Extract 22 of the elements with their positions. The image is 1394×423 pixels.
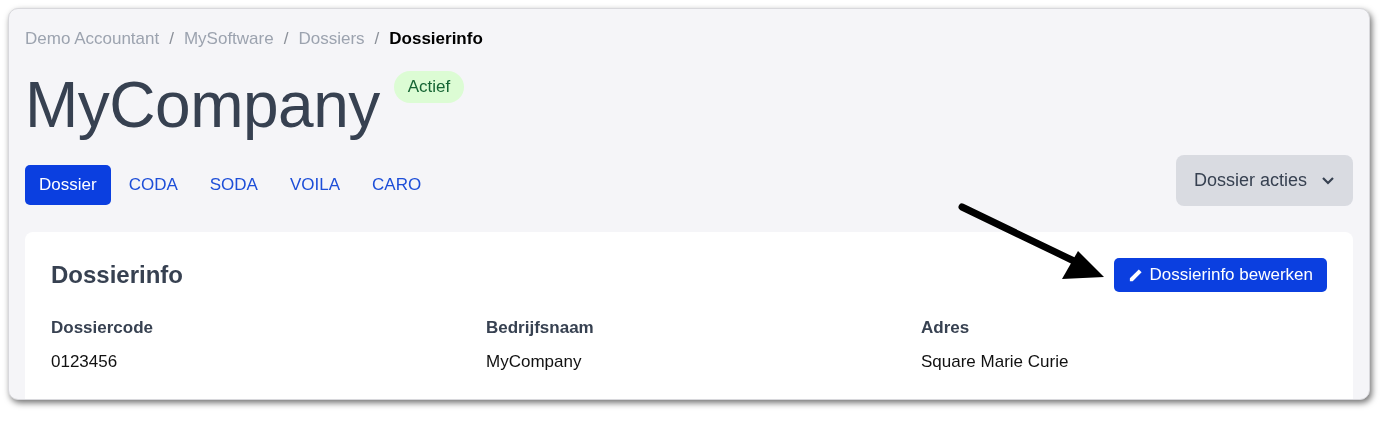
pencil-icon	[1127, 267, 1143, 283]
field-value: Square Marie Curie	[921, 352, 1070, 372]
status-badge: Actief	[393, 71, 465, 103]
tab[interactable]: CARO	[358, 164, 436, 205]
breadcrumb-item: Dossierinfo	[389, 29, 483, 49]
tab[interactable]: SODA	[195, 164, 272, 205]
actions-dropdown[interactable]: Dossier acties	[1175, 155, 1353, 206]
chevron-down-icon	[1321, 175, 1335, 186]
field-label: Bedrijfsnaam	[486, 318, 595, 338]
tab[interactable]: CODA	[114, 164, 192, 205]
field-value: MyCompany	[486, 352, 583, 372]
field-label: Dossiercode	[51, 318, 155, 338]
field-value: 0123456	[51, 352, 119, 372]
breadcrumb-separator: /	[169, 29, 174, 49]
tab[interactable]: VOILA	[275, 164, 355, 205]
field-label: Adres	[921, 318, 971, 338]
breadcrumb-separator: /	[374, 29, 380, 49]
tab[interactable]: Dossier	[25, 164, 111, 205]
card-title: Dossierinfo	[51, 261, 184, 289]
page-title: MyCompany	[25, 68, 380, 143]
edit-button[interactable]: Dossierinfo bewerken	[1113, 258, 1327, 292]
breadcrumb-separator: /	[283, 29, 289, 49]
